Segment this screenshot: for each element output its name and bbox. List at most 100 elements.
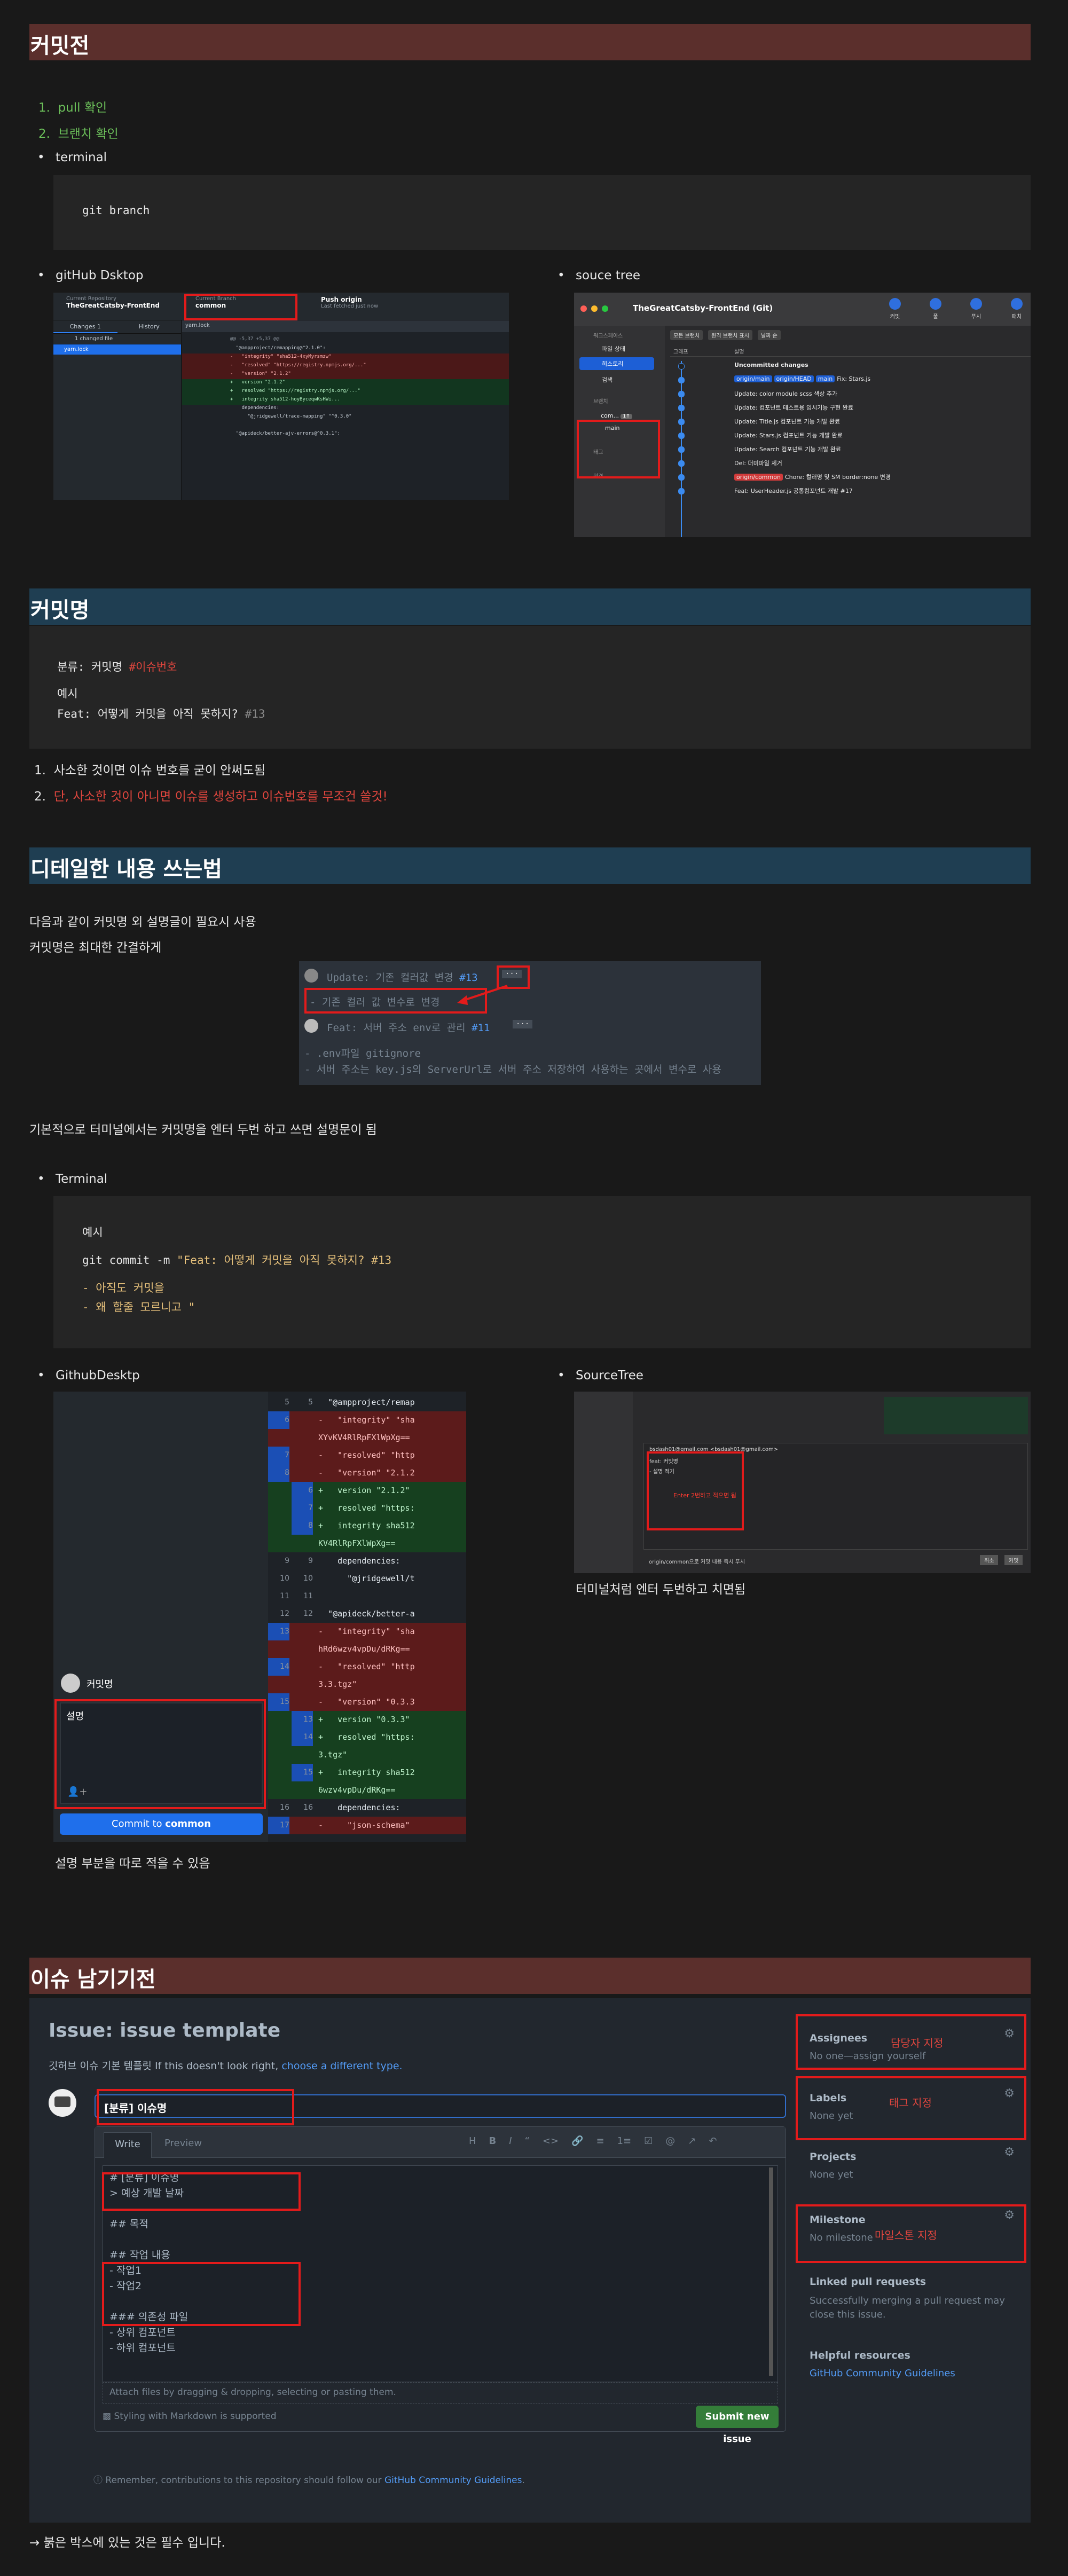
st-filter[interactable]: 모든 브랜치	[670, 330, 703, 340]
st-commit-row[interactable]: Update: 컴포넌트 테스트용 임시기능 구현 완료	[670, 402, 1031, 414]
diff-line: - "integrity" "sha512-4xyMyrsmzw"	[182, 354, 509, 362]
code-block-commit-format: 분류: 커밋명 #이슈번호 예시 Feat: 어떻게 커밋을 아직 못하지? #…	[29, 626, 1031, 749]
projects-title: Projects	[810, 2151, 857, 2163]
st-toolbar-button[interactable]: 푸시	[970, 297, 982, 323]
st-side-history[interactable]: 히스토리	[579, 357, 654, 370]
commit-message: Update: Stars.js 컴포넌트 기능 개발 완료	[734, 431, 843, 439]
guidelines-link[interactable]: GitHub Community Guidelines	[384, 2475, 522, 2486]
st-commit-row[interactable]: Feat: UserHeader.js 공통컴포넌트 개발 #17	[670, 485, 1031, 498]
st-branch-badge: 1↑	[621, 414, 632, 419]
quote-icon[interactable]: “	[525, 2135, 530, 2147]
st-toolbar-button[interactable]: 패치	[1011, 297, 1023, 323]
commit-button[interactable]: Commit to common	[60, 1813, 263, 1835]
st-commit-row[interactable]: Update: color module scss 색상 추가	[670, 388, 1031, 400]
issue-template-title: Issue: issue template	[49, 2020, 281, 2041]
ghd2-summary-field[interactable]: 커밋명	[61, 1671, 264, 1695]
st-commit-row[interactable]: origin/common Chore: 컬러명 및 SM border:none…	[670, 471, 1031, 484]
tab-write[interactable]: Write	[104, 2132, 152, 2158]
submit-issue-button[interactable]: Submit new issue	[696, 2406, 779, 2445]
st-toolbar: 커밋 풀 푸시 패치	[889, 297, 1023, 323]
ghd-repo-selector[interactable]: Current Repository TheGreatCatsby-FrontE…	[58, 296, 180, 317]
diff-line: 99 dependencies:	[268, 1552, 466, 1570]
undo-icon[interactable]: ↶	[709, 2135, 717, 2147]
bold-icon[interactable]: B	[489, 2135, 497, 2147]
diff-text: 3.3.tgz"	[318, 1679, 357, 1689]
maximize-icon[interactable]	[602, 305, 608, 312]
heading-icon[interactable]: H	[469, 2135, 476, 2147]
diff-text: - "resolved" "http	[318, 1450, 415, 1460]
section-header-issue: 이슈 남기기전	[29, 1958, 1031, 1994]
st-commit-row[interactable]: Uncommitted changes	[670, 360, 1031, 373]
diff-line: 7 + resolved "https:	[268, 1499, 466, 1517]
avatar	[61, 1674, 80, 1693]
st-commit-row[interactable]: Del: 더미파일 제거	[670, 457, 1031, 470]
reference-icon[interactable]: ↗	[688, 2135, 696, 2147]
ghd-repo-label: Current Repository	[66, 296, 116, 302]
st-commit-row[interactable]: Update: Title.js 컴포넌트 기능 개발 완료	[670, 415, 1031, 428]
markdown-note: ▩ Styling with Markdown is supported	[103, 2411, 277, 2422]
expand-button-2[interactable]: ···	[513, 1020, 533, 1028]
commit-message: Uncommitted changes	[734, 362, 808, 368]
diff-line: 3.3.tgz"	[268, 1676, 466, 1693]
ghd-push-sub: Last fetched just now	[321, 303, 379, 309]
sample-issue-1: #13	[459, 972, 478, 984]
st2-cancel-button[interactable]: 취소	[980, 1555, 999, 1565]
st-side-file-status[interactable]: 파일 상태	[574, 339, 665, 353]
numbered-list-icon[interactable]: 1≡	[617, 2135, 632, 2147]
diff-line: 55 "@ampproject/remap	[268, 1394, 466, 1411]
commit-dot	[678, 391, 685, 397]
commit-dot	[678, 419, 685, 425]
commit-message-sample: Update: 기존 컬러값 변경 #13 ··· - 기존 컬러 값 변수로 …	[299, 961, 761, 1085]
st-branch-highlight	[577, 420, 660, 478]
st-branch-common[interactable]: com... 1↑	[574, 405, 665, 419]
diff-line: 6 - "integrity" "sha	[268, 1411, 466, 1429]
ghd-tab-changes[interactable]: Changes 1	[53, 320, 117, 333]
st-toolbar-button[interactable]: 커밋	[889, 297, 901, 323]
projects-field[interactable]: Projects None yet ⚙	[806, 2142, 1020, 2190]
close-icon[interactable]	[580, 305, 587, 312]
st-group-branches: 브랜치	[593, 399, 608, 405]
bullet-list-icon[interactable]: ≡	[596, 2135, 604, 2147]
ghd-file-row[interactable]: yarn.lock	[53, 344, 181, 355]
st-toolbar-button[interactable]: 풀	[930, 297, 941, 323]
diff-line: 6 + version "2.1.2"	[268, 1482, 466, 1499]
diff-text: + integrity sha512	[318, 1521, 415, 1530]
st-filter[interactable]: 원격 브랜치 표시	[708, 330, 752, 340]
st-filter[interactable]: 날짜 순	[757, 330, 781, 340]
diff-text: - "version" "0.3.3	[318, 1697, 415, 1707]
commit-text: Fix: Stars.js	[837, 375, 871, 382]
commit-format-prefix: 분류: 커밋명	[57, 661, 129, 673]
st2-commit-button[interactable]: 커밋	[1004, 1555, 1023, 1565]
commit-dot	[678, 363, 685, 370]
old-line-number: 15	[268, 1693, 289, 1711]
st2-sidebar	[574, 1392, 633, 1573]
st-col-desc: 설명	[734, 349, 744, 355]
commit-dot	[678, 488, 685, 494]
link-icon[interactable]: 🔗	[571, 2135, 583, 2147]
tab-preview[interactable]: Preview	[164, 2138, 202, 2149]
st-side-search[interactable]: 검색	[574, 370, 665, 384]
st2-push-option[interactable]: origin/common으로 커밋 내용 즉시 푸시	[649, 1557, 745, 1565]
mention-icon[interactable]: @	[665, 2135, 675, 2147]
choose-type-link[interactable]: choose a different type.	[281, 2060, 402, 2072]
gear-icon[interactable]: ⚙	[1004, 2146, 1015, 2159]
task-list-icon[interactable]: ☑	[644, 2135, 653, 2147]
commit-text: Update: color module scss 색상 추가	[734, 390, 838, 397]
italic-icon[interactable]: I	[509, 2135, 512, 2147]
ghd-tab-history[interactable]: History	[117, 320, 182, 333]
ghd-push-button[interactable]: Push origin Last fetched just now	[312, 296, 419, 317]
diff-line: 6wzv4vpDu/dRKg==	[268, 1781, 466, 1799]
helpful-title: Helpful resources	[810, 2350, 910, 2361]
code-icon[interactable]: <>	[543, 2135, 559, 2147]
diff-line: 7 - "resolved" "http	[268, 1447, 466, 1464]
helpful-link[interactable]: GitHub Community Guidelines	[810, 2361, 1018, 2379]
st-commit-row[interactable]: Update: Stars.js 컴포넌트 기능 개발 완료	[670, 429, 1031, 442]
scrollbar[interactable]	[769, 2167, 773, 2376]
minimize-icon[interactable]	[591, 305, 598, 312]
st-commit-row[interactable]: origin/main origin/HEAD main Fix: Stars.js	[670, 374, 1031, 387]
toolbar-icon	[889, 298, 901, 310]
commit-dot	[678, 433, 685, 439]
linked-prs-value: Successfully merging a pull request may …	[810, 2295, 1005, 2320]
attach-area[interactable]: Attach files by dragging & dropping, sel…	[103, 2382, 778, 2404]
st-commit-row[interactable]: Update: Search 컴포넌트 기능 개발 완료	[670, 443, 1031, 456]
